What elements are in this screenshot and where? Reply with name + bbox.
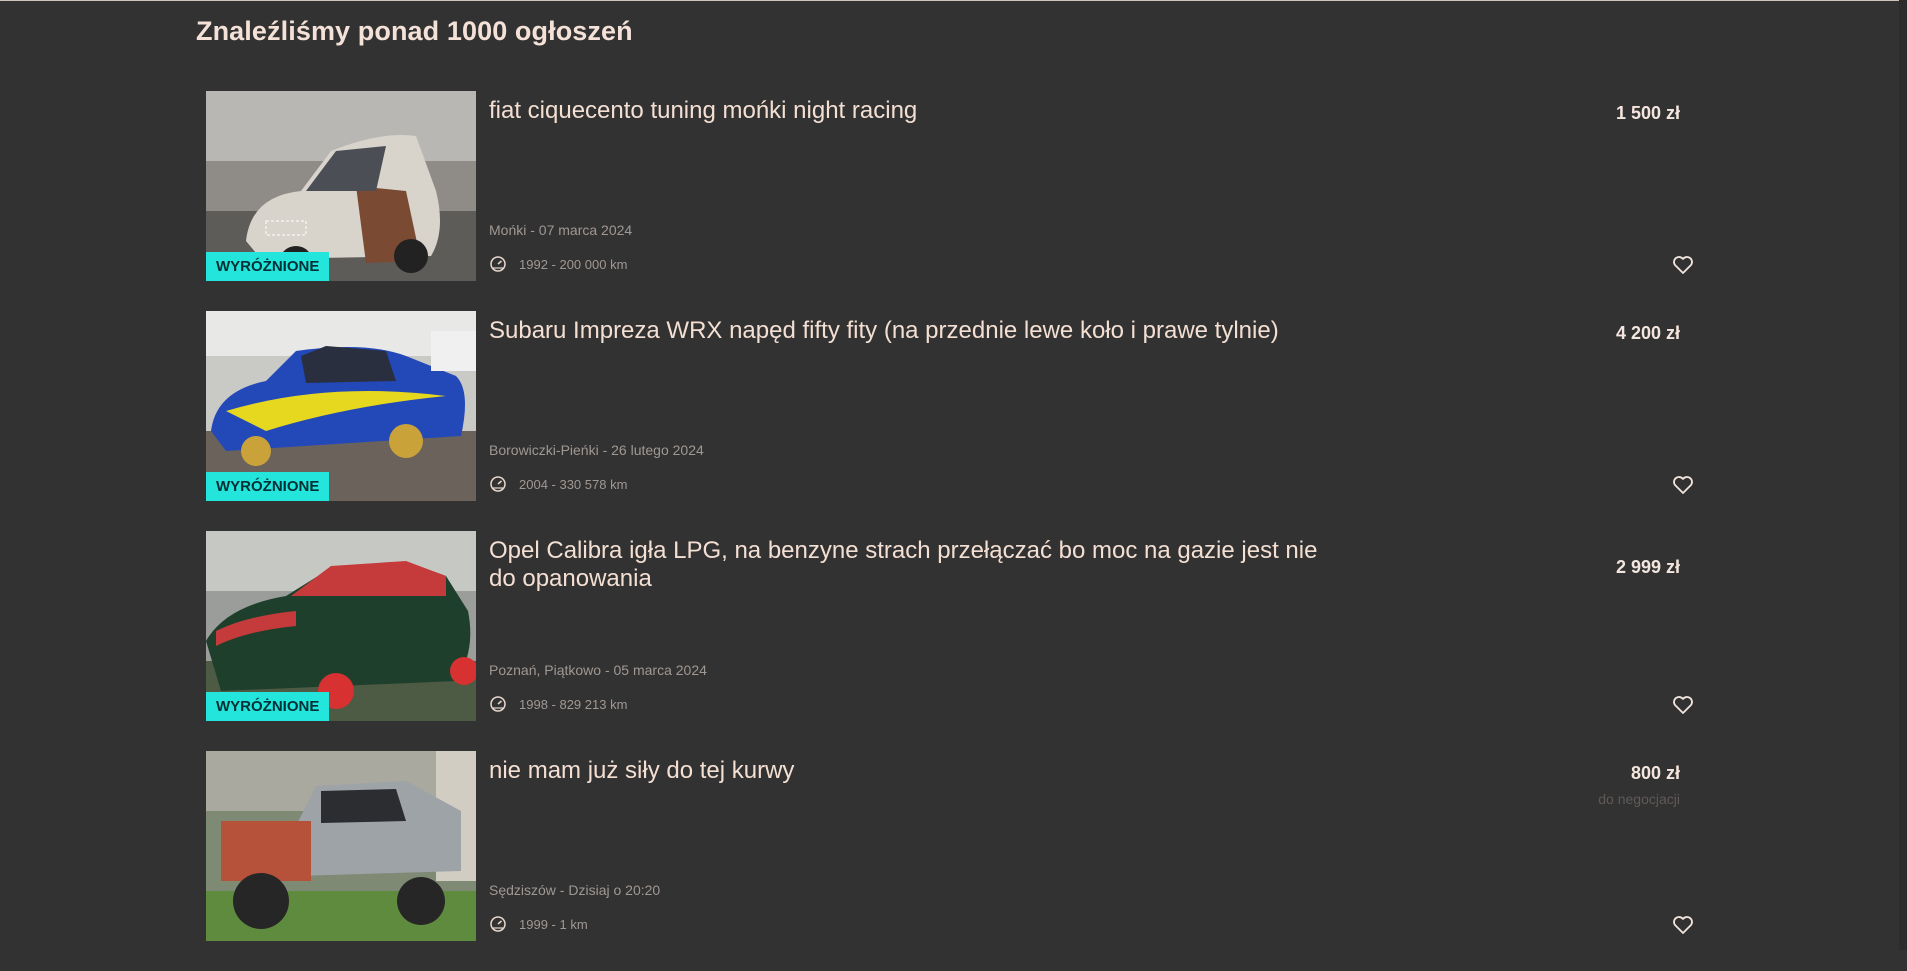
- odometer-icon: [490, 916, 506, 932]
- listing-location-date: Sędziszów - Dzisiaj o 20:20: [489, 882, 661, 898]
- listing-meta: 1999 - 1 km: [489, 915, 588, 933]
- heart-icon[interactable]: [1671, 253, 1695, 277]
- negotiable-label: do negocjacji: [1598, 791, 1680, 807]
- listing-price: 4 200 zł: [1615, 323, 1680, 343]
- listing-price: 800 zł: [1630, 763, 1680, 783]
- listing-title[interactable]: nie mam już siły do tej kurwy: [489, 757, 1349, 785]
- heart-icon[interactable]: [1671, 693, 1695, 717]
- odometer-icon: [490, 476, 506, 492]
- featured-badge: WYRÓŻNIONE: [206, 252, 330, 281]
- odometer-icon: [490, 256, 506, 272]
- listing-year-mileage: 2004 - 330 578 km: [519, 476, 628, 492]
- listing-card[interactable]: nie mam już siły do tej kurwy 800 zł do …: [206, 751, 1696, 941]
- listing-meta: 1998 - 829 213 km: [489, 695, 627, 713]
- heart-icon[interactable]: [1671, 473, 1695, 497]
- listing-meta: 2004 - 330 578 km: [489, 475, 627, 493]
- listing-card[interactable]: WYRÓŻNIONE fiat ciquecento tuning mońki …: [206, 91, 1696, 281]
- listing-card[interactable]: WYRÓŻNIONE Opel Calibra igła LPG, na ben…: [206, 531, 1696, 721]
- listing-meta: 1992 - 200 000 km: [489, 255, 627, 273]
- listing-year-mileage: 1999 - 1 km: [519, 916, 588, 932]
- listing-card[interactable]: WYRÓŻNIONE Subaru Impreza WRX napęd fift…: [206, 311, 1696, 501]
- listing-title[interactable]: Opel Calibra igła LPG, na benzyne strach…: [489, 537, 1349, 593]
- odometer-icon: [490, 696, 506, 712]
- page-scrollbar[interactable]: [1899, 0, 1907, 950]
- listing-location-date: Poznań, Piątkowo - 05 marca 2024: [489, 662, 707, 678]
- top-divider: [0, 0, 1907, 1]
- listing-year-mileage: 1998 - 829 213 km: [519, 696, 628, 712]
- listing-location-date: Mońki - 07 marca 2024: [489, 222, 633, 238]
- listing-location-date: Borowiczki-Pieńki - 26 lutego 2024: [489, 442, 704, 458]
- listing-price: 1 500 zł: [1615, 103, 1680, 123]
- featured-badge: WYRÓŻNIONE: [206, 692, 330, 721]
- listing-price: 2 999 zł: [1615, 557, 1680, 577]
- results-heading: Znaleźliśmy ponad 1000 ogłoszeń: [196, 16, 633, 46]
- listing-photo[interactable]: [206, 751, 476, 941]
- listing-year-mileage: 1992 - 200 000 km: [519, 256, 628, 272]
- featured-badge: WYRÓŻNIONE: [206, 472, 330, 501]
- heart-icon[interactable]: [1671, 913, 1695, 937]
- listing-list: WYRÓŻNIONE fiat ciquecento tuning mońki …: [206, 91, 1696, 971]
- listing-title[interactable]: fiat ciquecento tuning mońki night racin…: [489, 97, 1349, 125]
- listing-title[interactable]: Subaru Impreza WRX napęd fifty fity (na …: [489, 317, 1349, 345]
